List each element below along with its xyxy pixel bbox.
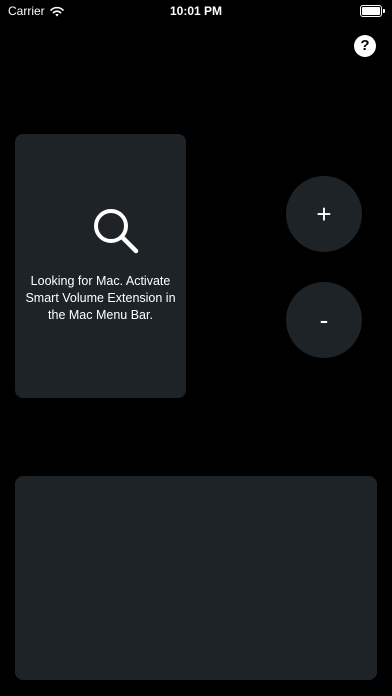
status-message: Looking for Mac. Activate Smart Volume E…	[25, 274, 176, 322]
battery-icon	[360, 5, 385, 17]
app-screen: Carrier 10:01 PM ? Looking for Mac. Acti…	[0, 0, 392, 696]
status-time: 10:01 PM	[169, 4, 223, 18]
volume-down-button[interactable]: -	[286, 282, 362, 358]
search-icon	[91, 206, 141, 256]
status-bar: Carrier 10:01 PM	[0, 0, 392, 22]
help-icon: ?	[360, 37, 370, 54]
battery-tip	[383, 9, 385, 13]
battery-fill	[362, 7, 380, 15]
minus-icon: -	[319, 305, 329, 335]
help-button[interactable]: ?	[354, 35, 376, 57]
plus-icon: +	[316, 199, 332, 229]
mac-status-card: Looking for Mac. Activate Smart Volume E…	[15, 134, 186, 398]
volume-up-button[interactable]: +	[286, 176, 362, 252]
bottom-panel	[15, 476, 377, 680]
